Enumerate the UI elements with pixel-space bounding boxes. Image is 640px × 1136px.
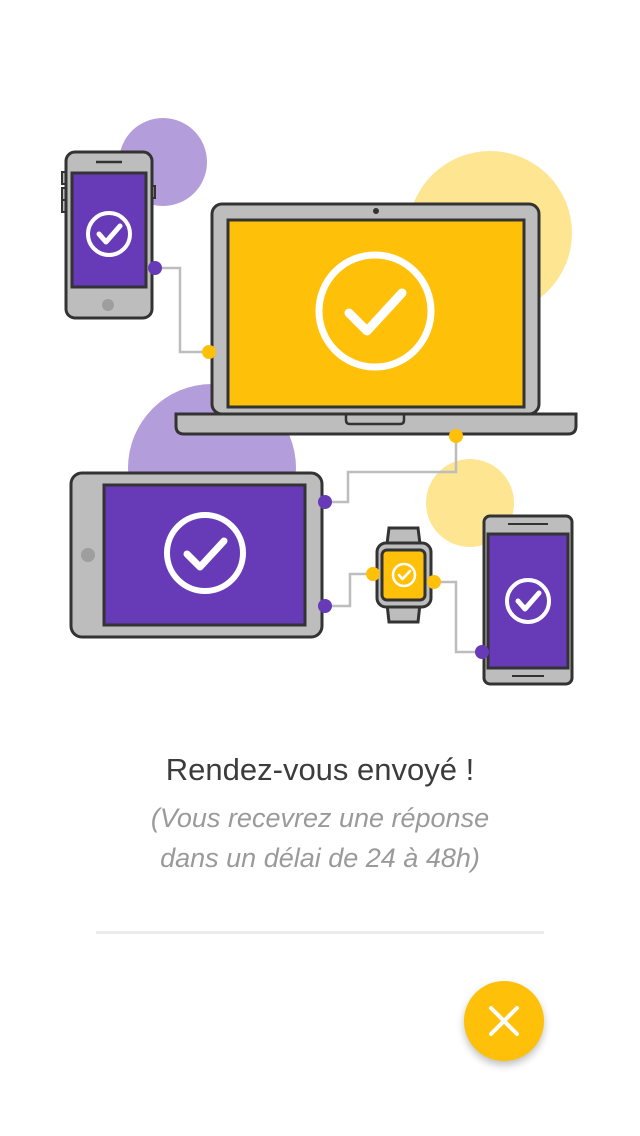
tablet-device	[69, 471, 324, 639]
confirmation-subtitle: (Vous recevrez une réponse dans un délai…	[0, 798, 640, 878]
devices-illustration	[61, 118, 578, 686]
divider	[96, 931, 544, 934]
subtitle-line-2: dans un délai de 24 à 48h)	[160, 843, 480, 873]
phone-device	[61, 150, 156, 320]
smartwatch-device	[375, 526, 433, 624]
subtitle-line-1: (Vous recevrez une réponse	[150, 803, 490, 833]
confirmation-title: Rendez-vous envoyé !	[165, 752, 475, 787]
close-icon	[489, 1006, 519, 1036]
close-button[interactable]	[464, 981, 544, 1061]
android-phone-device	[482, 514, 574, 686]
